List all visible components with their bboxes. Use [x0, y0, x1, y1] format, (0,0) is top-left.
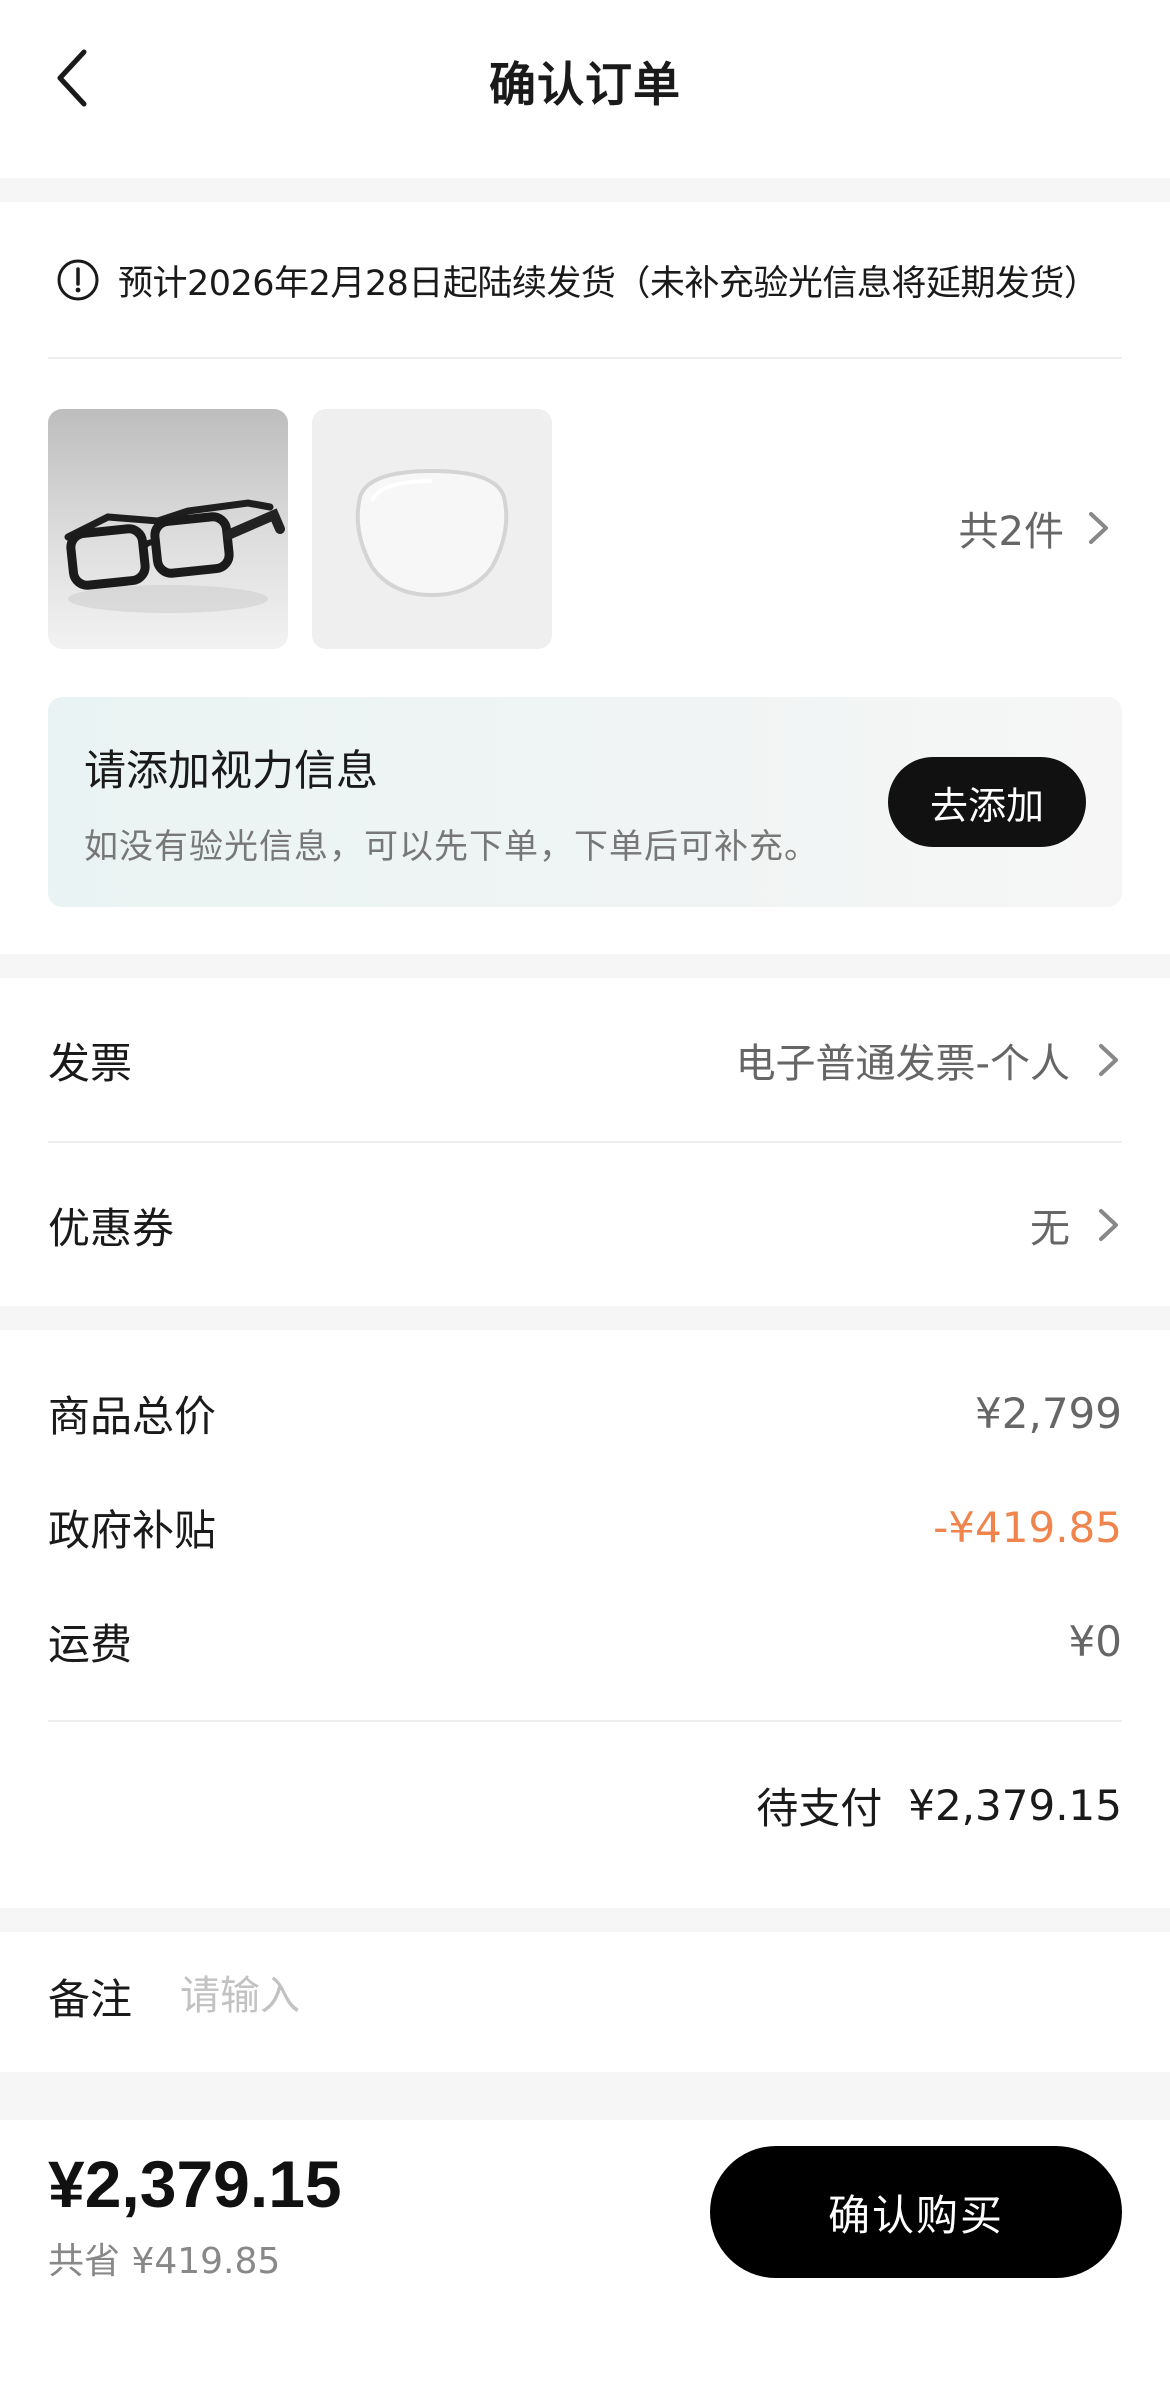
invoice-label: 发票 [48, 1038, 133, 1088]
coupon-value: 无 [1030, 1206, 1070, 1252]
savings-text: 共省 ¥419.85 [48, 2241, 281, 2282]
section-gap [0, 1908, 1170, 1932]
product-thumbnail-lens[interactable] [312, 409, 552, 649]
vision-info-banner: 请添加视力信息 如没有验光信息，可以先下单，下单后可补充。 去添加 [48, 697, 1122, 907]
invoice-row[interactable]: 发票 电子普通发票-个人 [48, 1015, 1122, 1105]
divider [48, 1141, 1122, 1143]
shipping-notice-text: 预计2026年2月28日起陆续发货（未补充验光信息将延期发货） [118, 263, 1099, 304]
coupon-label: 优惠券 [48, 1203, 175, 1253]
item-count-link[interactable]: 共2件 [959, 498, 1112, 558]
shipping-notice: 预计2026年2月28日起陆续发货（未补充验光信息将延期发货） [56, 256, 1099, 304]
section-gap [0, 178, 1170, 202]
subtotal-value: ¥2,799 [975, 1388, 1122, 1438]
chevron-right-icon [1099, 1209, 1118, 1241]
amount-due-label: 待支付 [756, 1784, 883, 1833]
amount-due-value: ¥2,379.15 [908, 1781, 1122, 1830]
remark-label: 备注 [48, 1974, 133, 2024]
item-count-label: 共2件 [958, 509, 1064, 555]
lens-image [355, 468, 509, 598]
page-title: 确认订单 [489, 58, 681, 113]
amount-due: 待支付 ¥2,379.15 [756, 1775, 1122, 1836]
divider [48, 357, 1122, 359]
checkout-bar: ¥2,379.15 共省 ¥419.85 确认购买 [0, 2120, 1170, 2402]
total-amount: ¥2,379.15 [48, 2147, 342, 2221]
info-icon [57, 259, 99, 301]
remark-input[interactable] [180, 1973, 981, 2019]
subtotal-label: 商品总价 [48, 1391, 217, 1441]
invoice-value: 电子普通发票-个人 [735, 1041, 1070, 1087]
divider [48, 1720, 1122, 1722]
shipping-fee-label: 运费 [48, 1619, 133, 1669]
section-gap [0, 1306, 1170, 1330]
subsidy-value: -¥419.85 [933, 1502, 1122, 1552]
chevron-right-icon [1089, 512, 1108, 544]
add-vision-button[interactable]: 去添加 [888, 757, 1086, 847]
top-bar: 确认订单 [0, 0, 1170, 178]
shipping-fee-value: ¥0 [1068, 1616, 1122, 1666]
chevron-right-icon [1099, 1044, 1118, 1076]
glasses-image [64, 499, 285, 613]
shipping-fee-row: 运费 ¥0 [48, 1606, 1122, 1676]
product-thumbnail-glasses[interactable] [48, 409, 288, 649]
vision-info-subtitle: 如没有验光信息，可以先下单，下单后可补充。 [84, 827, 819, 867]
coupon-row[interactable]: 优惠券 无 [48, 1180, 1122, 1270]
section-gap [0, 954, 1170, 978]
vision-info-title: 请添加视力信息 [84, 746, 379, 795]
subsidy-label: 政府补贴 [48, 1505, 217, 1555]
remark-row: 备注 [48, 1956, 981, 2036]
subsidy-row: 政府补贴 -¥419.85 [48, 1492, 1122, 1562]
section-gap [0, 2072, 1170, 2120]
subtotal-row: 商品总价 ¥2,799 [48, 1378, 1122, 1448]
confirm-purchase-button[interactable]: 确认购买 [710, 2146, 1122, 2278]
